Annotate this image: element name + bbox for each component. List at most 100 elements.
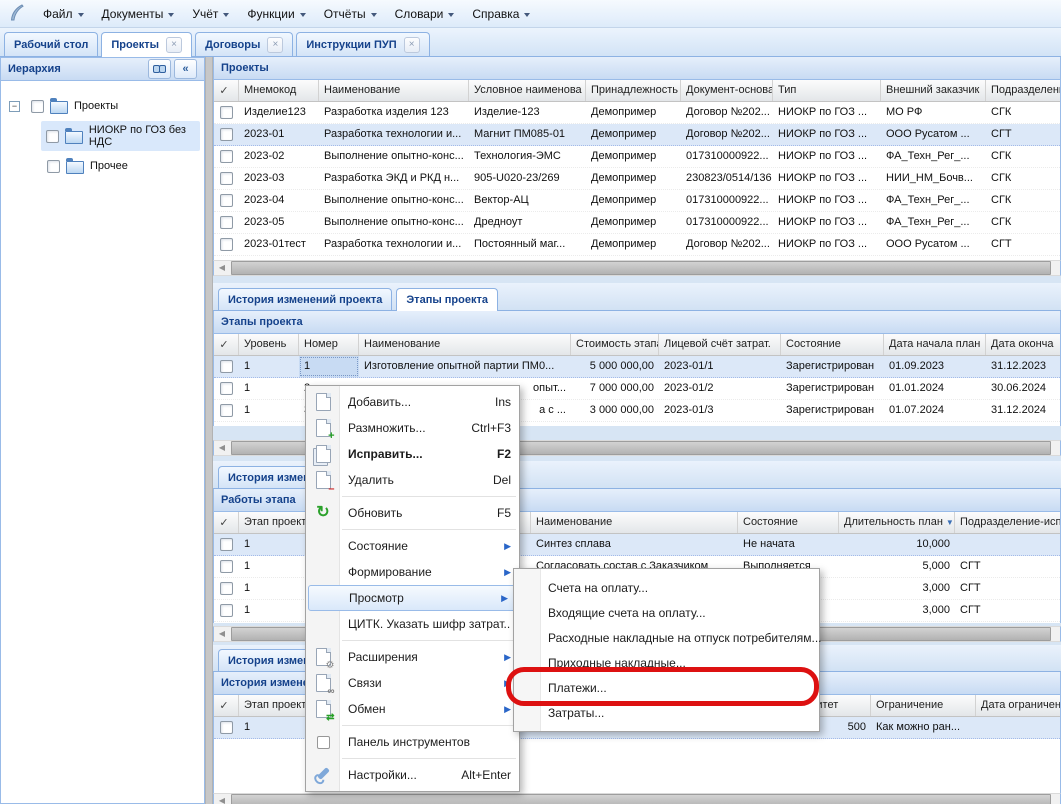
scrollbar-thumb[interactable]	[231, 794, 1051, 804]
column-header[interactable]: Состояние	[738, 512, 839, 533]
tree-node-content[interactable]: Проекты	[26, 95, 123, 117]
submenu-item[interactable]: Расходные накладные на отпуск потребител…	[514, 625, 819, 650]
row-checkbox[interactable]	[220, 194, 233, 207]
row-checkbox[interactable]	[220, 128, 233, 141]
menubar-item[interactable]: Файл	[34, 3, 93, 25]
row-checkbox[interactable]	[220, 404, 233, 417]
node-checkbox[interactable]	[47, 160, 60, 173]
tree-node-content[interactable]: НИОКР по ГОЗ без НДС	[41, 121, 200, 151]
tree-node-content[interactable]: Прочее	[42, 155, 133, 177]
table-row[interactable]: 2023-01тестРазработка технологии и...Пос…	[214, 234, 1060, 256]
column-header[interactable]: Длительность план▼	[839, 512, 955, 533]
main-tab[interactable]: Инструкции ПУП×	[296, 32, 429, 56]
row-checkbox[interactable]	[220, 150, 233, 163]
context-menu-item[interactable]: ↻ОбновитьF5	[306, 500, 519, 526]
column-header[interactable]: Уровень	[239, 334, 299, 355]
column-header[interactable]: Подразделени	[986, 80, 1061, 101]
main-tab[interactable]: Договоры×	[195, 32, 293, 56]
section-tab[interactable]: Этапы проекта	[396, 288, 498, 311]
menubar-item[interactable]: Функции	[238, 3, 314, 25]
column-header[interactable]: Дата ограничен	[976, 695, 1061, 716]
column-header[interactable]: Дата оконча	[986, 334, 1061, 355]
column-header[interactable]: Состояние	[781, 334, 884, 355]
submenu-item[interactable]: Счета на оплату...	[514, 575, 819, 600]
tab-close-icon[interactable]: ×	[404, 37, 420, 53]
column-header[interactable]: Наименование	[531, 512, 738, 533]
row-checkbox[interactable]	[220, 560, 233, 573]
menubar-item[interactable]: Документы	[93, 3, 184, 25]
column-header[interactable]: Тип	[773, 80, 881, 101]
column-header[interactable]: Стоимость этапа	[571, 334, 659, 355]
row-checkbox[interactable]	[220, 582, 233, 595]
table-row[interactable]: Изделие123Разработка изделия 123Изделие-…	[214, 102, 1060, 124]
table-row[interactable]: 2023-01Разработка технологии и...Магнит …	[214, 124, 1060, 146]
context-menu-item[interactable]: Исправить...F2	[306, 441, 519, 467]
context-menu-item[interactable]: Связи▶	[306, 670, 519, 696]
scroll-left-icon[interactable]: ◀	[214, 794, 230, 804]
row-checkbox[interactable]	[220, 106, 233, 119]
context-menu-item[interactable]: Состояние▶	[306, 533, 519, 559]
column-header[interactable]: Условное наименова	[469, 80, 586, 101]
scroll-left-icon[interactable]: ◀	[214, 627, 230, 641]
table-row[interactable]: 2023-04Выполнение опытно-конс...Вектор-А…	[214, 190, 1060, 212]
context-menu-item[interactable]: Формирование▶	[306, 559, 519, 585]
node-checkbox[interactable]	[31, 100, 44, 113]
table-row[interactable]: 2023-05Выполнение опытно-конс...Дредноут…	[214, 212, 1060, 234]
context-menu-item[interactable]: УдалитьDel	[306, 467, 519, 493]
row-checkbox[interactable]	[220, 604, 233, 617]
column-header[interactable]: ✓	[214, 695, 239, 716]
menubar-item[interactable]: Отчёты	[315, 3, 386, 25]
column-header[interactable]: ✓	[214, 334, 239, 355]
row-checkbox[interactable]	[220, 721, 233, 734]
section-tab[interactable]: История изменений проекта	[218, 288, 392, 310]
row-checkbox[interactable]	[220, 360, 233, 373]
context-menu-item[interactable]: Настройки...Alt+Enter	[306, 762, 519, 788]
column-header[interactable]: Документ-основан	[681, 80, 773, 101]
collapse-panel-button[interactable]: «	[174, 59, 197, 79]
tab-close-icon[interactable]: ×	[267, 37, 283, 53]
context-menu-item[interactable]: Панель инструментов	[306, 729, 519, 755]
table-row[interactable]: 11Изготовление опытной партии ПМ0...5 00…	[214, 356, 1060, 378]
scroll-left-icon[interactable]: ◀	[214, 441, 230, 455]
node-checkbox[interactable]	[46, 130, 59, 143]
row-checkbox[interactable]	[220, 172, 233, 185]
column-header[interactable]: ✓	[214, 80, 239, 101]
scroll-left-icon[interactable]: ◀	[214, 261, 230, 275]
context-menu-item[interactable]: ЦИТК. Указать шифр затрат...	[306, 611, 519, 637]
menubar-item[interactable]: Учёт	[183, 3, 238, 25]
context-menu-item[interactable]: Расширения▶	[306, 644, 519, 670]
column-header[interactable]: Ограничение	[871, 695, 976, 716]
menubar-item[interactable]: Справка	[463, 3, 539, 25]
column-header[interactable]: ✓	[214, 512, 239, 533]
table-row[interactable]: 2023-02Выполнение опытно-конс...Технолог…	[214, 146, 1060, 168]
search-button[interactable]	[148, 59, 171, 79]
panel-splitter[interactable]	[205, 57, 213, 804]
horizontal-scrollbar[interactable]: ◀	[213, 260, 1061, 276]
column-header[interactable]: Принадлежность	[586, 80, 681, 101]
scrollbar-thumb[interactable]	[231, 261, 1051, 275]
context-menu-item[interactable]: Размножить...Ctrl+F3	[306, 415, 519, 441]
horizontal-scrollbar[interactable]: ◀	[213, 793, 1061, 804]
tree-node[interactable]: −Проекты	[5, 91, 200, 121]
menubar-item[interactable]: Словари	[386, 3, 464, 25]
row-checkbox[interactable]	[220, 382, 233, 395]
row-checkbox[interactable]	[220, 238, 233, 251]
table-row[interactable]: 2023-03Разработка ЭКД и РКД н...905-U020…	[214, 168, 1060, 190]
column-header[interactable]: Номер	[299, 334, 359, 355]
tree-node[interactable]: НИОКР по ГОЗ без НДС	[5, 121, 200, 151]
column-header[interactable]: Подразделение-исп	[955, 512, 1061, 533]
column-header[interactable]: Мнемокод	[239, 80, 319, 101]
column-header[interactable]: Наименование	[359, 334, 571, 355]
context-menu-item[interactable]: Добавить...Ins	[306, 389, 519, 415]
main-tab[interactable]: Рабочий стол	[4, 32, 98, 56]
context-menu-item[interactable]: Просмотр▶	[308, 585, 517, 611]
column-header[interactable]: Лицевой счёт затрат.	[659, 334, 781, 355]
row-checkbox[interactable]	[220, 216, 233, 229]
main-tab[interactable]: Проекты×	[101, 32, 192, 57]
context-menu-item[interactable]: Обмен▶	[306, 696, 519, 722]
tab-close-icon[interactable]: ×	[166, 37, 182, 53]
submenu-item[interactable]: Входящие счета на оплату...	[514, 600, 819, 625]
tree-node[interactable]: Прочее	[5, 151, 200, 181]
tree-expander-icon[interactable]: −	[9, 101, 20, 112]
row-checkbox[interactable]	[220, 538, 233, 551]
